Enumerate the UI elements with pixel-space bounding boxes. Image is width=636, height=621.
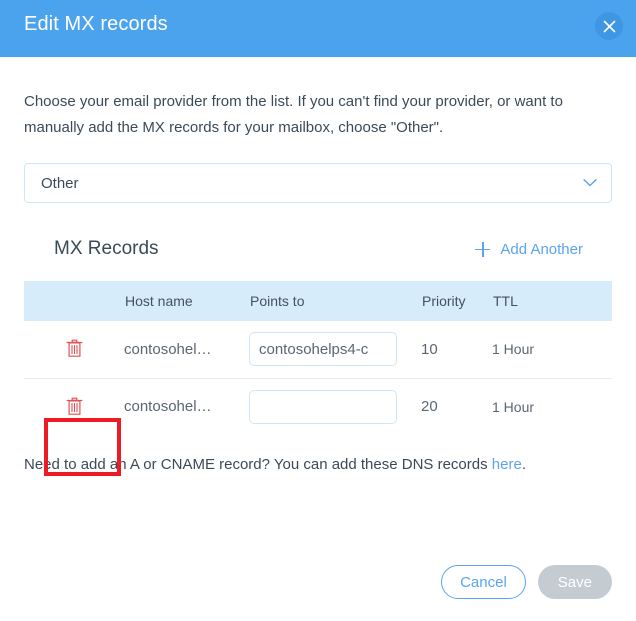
cell-host-name: contosohel… <box>124 340 212 358</box>
footnote-text-after: . <box>521 456 526 473</box>
delete-record-button-row-2[interactable] <box>62 394 86 418</box>
cell-points-to <box>249 378 421 435</box>
dialog-body: Choose your email provider from the list… <box>0 89 636 476</box>
add-another-label: Add Another <box>500 240 583 258</box>
cell-ttl: 1 Hour <box>492 398 535 415</box>
column-header-points-to: Points to <box>250 293 305 309</box>
column-header-priority: Priority <box>422 293 466 309</box>
cancel-button[interactable]: Cancel <box>441 565 526 599</box>
cell-host-name: contosohel… <box>124 398 212 416</box>
table-header-row: Host name Points to Priority TTL <box>24 281 612 321</box>
table-row: contosohel… 10 1 Hour <box>24 321 612 378</box>
footnote-text-before: Need to add an A or CNAME record? You ca… <box>24 456 492 473</box>
records-title: MX Records <box>54 238 159 259</box>
trash-icon <box>66 397 82 415</box>
records-section-header: MX Records Add Another <box>24 234 612 264</box>
save-button[interactable]: Save <box>537 565 612 599</box>
close-x-glyph <box>603 20 615 32</box>
close-icon[interactable] <box>595 12 623 40</box>
points-to-input-row-2[interactable] <box>249 389 397 424</box>
cell-actions <box>24 378 124 435</box>
dns-records-here-link[interactable]: here <box>492 456 522 473</box>
trash-icon <box>66 339 82 357</box>
chevron-down-icon <box>583 179 597 187</box>
email-provider-select[interactable]: Other <box>24 163 612 203</box>
dialog-header: Edit MX records <box>0 0 636 57</box>
cell-ttl: 1 Hour <box>492 341 535 358</box>
mx-records-table-body: contosohel… 10 1 Hour <box>24 321 612 435</box>
email-provider-selected-value: Other <box>41 174 79 192</box>
edit-mx-records-dialog: Edit MX records Choose your email provid… <box>0 0 636 621</box>
cell-points-to <box>249 321 421 378</box>
add-another-button[interactable]: Add Another <box>475 241 608 258</box>
column-header-ttl: TTL <box>493 293 518 309</box>
cell-priority: 20 <box>421 398 438 416</box>
cell-priority: 10 <box>421 340 438 358</box>
plus-icon <box>475 241 491 257</box>
table-row: contosohel… 20 1 Hour <box>24 378 612 435</box>
points-to-input-row-1[interactable] <box>249 332 397 367</box>
delete-record-button-row-1[interactable] <box>62 337 86 361</box>
column-header-actions <box>24 281 124 321</box>
dialog-footer: Cancel Save <box>441 565 612 599</box>
mx-records-table-head: Host name Points to Priority TTL <box>24 281 612 321</box>
column-header-host-name: Host name <box>125 293 193 309</box>
intro-text: Choose your email provider from the list… <box>24 93 563 136</box>
mx-records-table: Host name Points to Priority TTL contoso… <box>24 281 612 435</box>
cell-actions <box>24 321 124 378</box>
page-title: Edit MX records <box>24 13 168 35</box>
dns-records-footnote: Need to add an A or CNAME record? You ca… <box>24 454 612 476</box>
